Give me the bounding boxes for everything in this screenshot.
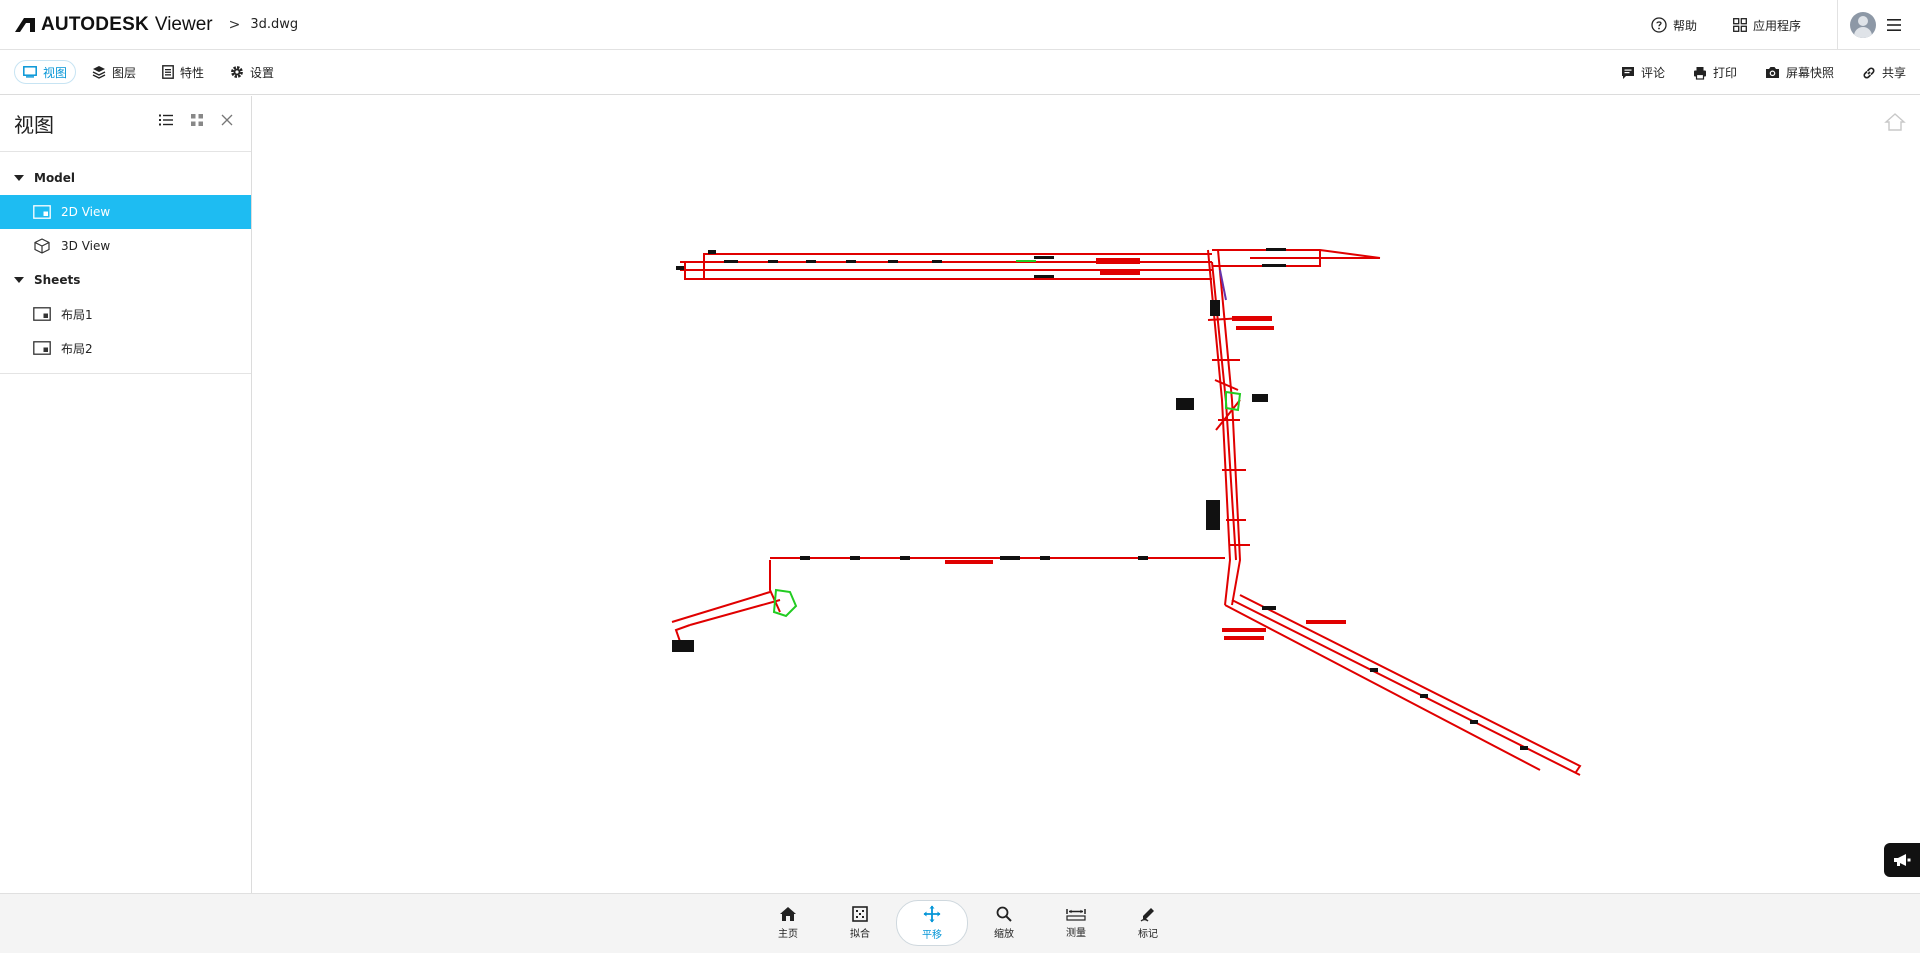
home-button[interactable]: 主页 bbox=[752, 900, 824, 946]
cad-drawing[interactable] bbox=[253, 96, 1920, 893]
breadcrumb-separator: > bbox=[228, 16, 241, 33]
apps-button[interactable]: 应用程序 bbox=[1733, 17, 1801, 34]
tree-group-sheets[interactable]: Sheets bbox=[0, 263, 251, 297]
share-button[interactable]: 共享 bbox=[1862, 64, 1906, 81]
app-header: AUTODESK Viewer > 3d.dwg 帮助 应用程序 bbox=[0, 0, 1920, 50]
header-divider bbox=[1837, 0, 1838, 50]
navigation-toolbar: 主页 拟合 平移 缩放 测量 标记 bbox=[0, 893, 1920, 953]
tree-group-label: Model bbox=[34, 171, 76, 185]
screenshot-button[interactable]: 屏幕快照 bbox=[1765, 64, 1834, 81]
link-icon bbox=[1863, 67, 1875, 78]
brand[interactable]: AUTODESK Viewer bbox=[15, 14, 213, 36]
help-button[interactable]: 帮助 bbox=[1651, 17, 1697, 34]
view-cube-home-icon[interactable] bbox=[1884, 112, 1906, 132]
list-view-button[interactable] bbox=[159, 114, 173, 126]
tree-item-label: 布局1 bbox=[61, 307, 93, 322]
tab-properties[interactable]: 特性 bbox=[152, 60, 214, 84]
viewer-toolbar: 视图 图层 特性 设置 评论 打印 屏幕快照 共享 bbox=[0, 50, 1920, 95]
tab-layers-label: 图层 bbox=[112, 65, 137, 80]
caret-down-icon bbox=[14, 277, 24, 283]
tree-item-label: 布局2 bbox=[61, 341, 93, 356]
avatar[interactable] bbox=[1850, 12, 1876, 38]
fit-label: 拟合 bbox=[850, 929, 870, 940]
tree-group-label: Sheets bbox=[34, 273, 81, 287]
markup-icon bbox=[1140, 908, 1154, 922]
caret-down-icon bbox=[14, 175, 24, 181]
markup-label: 标记 bbox=[1138, 929, 1158, 940]
autodesk-logo-icon bbox=[15, 17, 35, 32]
panel-header: 视图 bbox=[0, 96, 251, 152]
tree-item-label: 3D View bbox=[61, 239, 111, 253]
tree-item-label: 2D View bbox=[61, 205, 111, 219]
feedback-button[interactable] bbox=[1884, 843, 1920, 877]
screenshot-label: 屏幕快照 bbox=[1785, 66, 1834, 80]
apps-label: 应用程序 bbox=[1752, 18, 1801, 33]
sheet-icon bbox=[33, 205, 51, 219]
print-button[interactable]: 打印 bbox=[1693, 64, 1737, 81]
comment-icon bbox=[1621, 66, 1634, 79]
gear-icon bbox=[231, 66, 243, 78]
tab-properties-label: 特性 bbox=[180, 65, 205, 80]
pan-label: 平移 bbox=[922, 930, 942, 941]
monitor-icon bbox=[23, 66, 37, 78]
sheet-icon bbox=[33, 341, 51, 355]
help-label: 帮助 bbox=[1672, 18, 1697, 33]
product-name: Viewer bbox=[154, 13, 213, 35]
tab-views[interactable]: 视图 bbox=[14, 60, 77, 84]
views-panel: 视图 Model 2D View 3D View Sheets 布局1 布局2 bbox=[0, 96, 252, 893]
tree-item-layout-1[interactable]: 布局1 bbox=[0, 297, 251, 331]
tab-settings-label: 设置 bbox=[250, 65, 275, 80]
properties-icon bbox=[162, 65, 174, 79]
sheet-icon bbox=[33, 307, 51, 321]
zoom-icon bbox=[996, 906, 1012, 922]
home-label: 主页 bbox=[778, 929, 798, 940]
camera-icon bbox=[1765, 67, 1779, 78]
fit-icon bbox=[852, 906, 868, 922]
zoom-label: 缩放 bbox=[994, 929, 1014, 940]
brand-name: AUTODESK bbox=[41, 13, 149, 35]
home-icon bbox=[780, 907, 796, 921]
layers-icon bbox=[92, 66, 106, 79]
cube-icon bbox=[34, 238, 50, 254]
list-icon bbox=[159, 114, 173, 126]
tree-item-3d-view[interactable]: 3D View bbox=[0, 229, 251, 263]
grid-view-button[interactable] bbox=[191, 114, 203, 126]
help-icon bbox=[1651, 17, 1667, 33]
comment-button[interactable]: 评论 bbox=[1621, 64, 1665, 81]
markup-button[interactable]: 标记 bbox=[1112, 900, 1184, 946]
file-name[interactable]: 3d.dwg bbox=[250, 17, 298, 32]
tab-views-label: 视图 bbox=[43, 65, 68, 80]
close-panel-button[interactable] bbox=[221, 114, 233, 126]
zoom-button[interactable]: 缩放 bbox=[968, 900, 1040, 946]
fit-button[interactable]: 拟合 bbox=[824, 900, 896, 946]
tree-item-2d-view[interactable]: 2D View bbox=[0, 195, 251, 229]
apps-grid-icon bbox=[1733, 18, 1747, 32]
grid-icon bbox=[191, 114, 203, 126]
tree-item-layout-2[interactable]: 布局2 bbox=[0, 331, 251, 365]
views-tree: Model 2D View 3D View Sheets 布局1 布局2 bbox=[0, 152, 251, 374]
tab-settings[interactable]: 设置 bbox=[220, 60, 284, 84]
drawing-canvas[interactable] bbox=[253, 96, 1920, 893]
measure-icon bbox=[1066, 909, 1086, 921]
measure-button[interactable]: 测量 bbox=[1040, 900, 1112, 946]
printer-icon bbox=[1693, 66, 1706, 80]
tree-group-model[interactable]: Model bbox=[0, 161, 251, 195]
pan-icon bbox=[923, 905, 941, 923]
share-label: 共享 bbox=[1881, 66, 1906, 80]
close-icon bbox=[221, 114, 233, 126]
measure-label: 测量 bbox=[1066, 928, 1086, 939]
hamburger-menu-icon[interactable] bbox=[1886, 18, 1902, 32]
panel-title: 视图 bbox=[14, 113, 54, 137]
pan-button[interactable]: 平移 bbox=[896, 900, 968, 946]
tab-layers[interactable]: 图层 bbox=[82, 60, 146, 84]
megaphone-icon bbox=[1894, 854, 1911, 866]
print-label: 打印 bbox=[1712, 66, 1737, 80]
comment-label: 评论 bbox=[1640, 66, 1665, 80]
